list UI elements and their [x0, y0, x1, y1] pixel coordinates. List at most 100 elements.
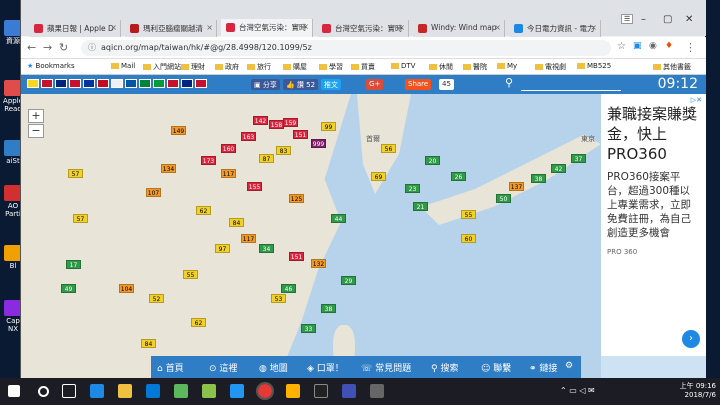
bookmark-item[interactable]: 政府	[215, 62, 239, 72]
aqi-station-marker[interactable]: 34	[259, 244, 274, 253]
forward-button[interactable]: →	[43, 41, 52, 54]
close-window-button[interactable]: ✕	[685, 14, 693, 25]
language-flag-icon[interactable]	[111, 79, 123, 88]
aqi-station-marker[interactable]: 151	[289, 252, 304, 261]
nav-contact[interactable]: ☺ 聯繫	[481, 361, 511, 374]
share-button[interactable]: Share	[405, 79, 432, 90]
aqi-station-marker[interactable]: 50	[496, 194, 511, 203]
language-flag-icon[interactable]	[153, 79, 165, 88]
bookmark-item[interactable]: 買賣	[351, 62, 375, 72]
language-flag-icon[interactable]	[83, 79, 95, 88]
start-icon[interactable]	[8, 385, 20, 397]
language-flag-icon[interactable]	[181, 79, 193, 88]
app6-icon[interactable]	[370, 384, 384, 398]
bookmark-item[interactable]: 入門網站	[143, 62, 181, 72]
language-flag-icon[interactable]	[41, 79, 53, 88]
aqi-station-marker[interactable]: 56	[381, 144, 396, 153]
extension-icon[interactable]: ▣	[633, 41, 642, 51]
aqi-station-marker[interactable]: 137	[509, 182, 524, 191]
aqi-station-marker[interactable]: 163	[241, 132, 256, 141]
browser-tab[interactable]: 台灣空氣污染：實時 ×	[221, 19, 313, 37]
aqi-station-marker[interactable]: 159	[283, 118, 298, 127]
aqi-station-marker[interactable]: 104	[119, 284, 134, 293]
bookmark-item[interactable]: Mail	[111, 62, 135, 70]
language-flag-icon[interactable]	[139, 79, 151, 88]
bookmark-item[interactable]: 購屋	[283, 62, 307, 72]
browser-tab[interactable]: Windy: Wind map ×	[413, 20, 505, 37]
aqi-station-marker[interactable]: 87	[259, 154, 274, 163]
aqi-station-marker[interactable]: 142	[253, 116, 268, 125]
ad-choices-icon[interactable]: ▷✕	[691, 96, 702, 104]
aqi-station-marker[interactable]: 62	[196, 206, 211, 215]
store-icon[interactable]	[146, 384, 160, 398]
language-flag-icon[interactable]	[55, 79, 67, 88]
aqi-station-marker[interactable]: 38	[531, 174, 546, 183]
facebook-share-button[interactable]: ▣ 分享	[251, 79, 280, 90]
settings-gear-icon[interactable]: ⚙	[565, 361, 573, 371]
language-flag-icon[interactable]	[195, 79, 207, 88]
browser-tab[interactable]: 今日電力資訊 - 電力 ×	[509, 20, 601, 37]
bookmark-item[interactable]: ★ Bookmarks	[27, 62, 75, 70]
aqi-station-marker[interactable]: 107	[146, 188, 161, 197]
bookmark-item[interactable]: 學習	[319, 62, 343, 72]
browser-tab[interactable]: 瑪利亞腦瘤關越清 ×	[125, 20, 217, 37]
nav-link[interactable]: ⚭ 鏈接	[529, 361, 557, 374]
aqi-station-marker[interactable]: 999	[311, 139, 326, 148]
menu-icon[interactable]: ⋮	[685, 41, 696, 54]
facebook-like-button[interactable]: 👍 讚 52	[283, 79, 319, 90]
edge-icon[interactable]	[90, 384, 104, 398]
aqi-station-marker[interactable]: 57	[73, 214, 88, 223]
aqi-station-marker[interactable]: 62	[191, 318, 206, 327]
task-view-icon[interactable]	[62, 384, 76, 398]
bookmark-item[interactable]: 其他書籤	[653, 62, 691, 72]
nav-home[interactable]: ⌂ 首頁	[157, 361, 184, 374]
aqi-station-marker[interactable]: 117	[221, 169, 236, 178]
aqi-station-marker[interactable]: 37	[571, 154, 586, 163]
tab-close-icon[interactable]: ×	[398, 23, 405, 32]
aqi-station-marker[interactable]: 117	[241, 234, 256, 243]
language-flag-icon[interactable]	[97, 79, 109, 88]
search-input[interactable]	[521, 77, 621, 91]
bookmark-item[interactable]: My	[497, 62, 517, 70]
app3-icon[interactable]	[286, 384, 300, 398]
nav-question[interactable]: ☏ 常見問題	[361, 361, 411, 374]
onedrive-icon[interactable]	[230, 384, 244, 398]
aqi-station-marker[interactable]: 21	[413, 202, 428, 211]
tab-close-icon[interactable]: ×	[302, 22, 309, 31]
language-flag-icon[interactable]	[125, 79, 137, 88]
incognito-icon[interactable]: ◉	[649, 41, 657, 51]
aqi-station-marker[interactable]: 160	[221, 144, 236, 153]
aqi-station-marker[interactable]: 46	[281, 284, 296, 293]
aqi-station-marker[interactable]: 155	[247, 182, 262, 191]
app5-icon[interactable]	[342, 384, 356, 398]
aqi-station-marker[interactable]: 151	[293, 130, 308, 139]
explorer-icon[interactable]	[118, 384, 132, 398]
aqi-station-marker[interactable]: 132	[311, 259, 326, 268]
language-flag-icon[interactable]	[27, 79, 39, 88]
profile-badge[interactable]: ☰	[621, 14, 634, 24]
aqi-station-marker[interactable]: 38	[321, 304, 336, 313]
aqi-station-marker[interactable]: 20	[425, 156, 440, 165]
aqi-station-marker[interactable]: 26	[451, 172, 466, 181]
aqi-station-marker[interactable]: 55	[461, 210, 476, 219]
aqi-station-marker[interactable]: 52	[149, 294, 164, 303]
search-icon[interactable]	[38, 386, 49, 397]
bookmark-star-icon[interactable]: ☆	[617, 41, 626, 52]
search-icon[interactable]: ⚲	[505, 76, 513, 89]
brave-icon[interactable]: ♦	[665, 41, 673, 51]
bookmark-item[interactable]: 休閒	[429, 62, 453, 72]
bookmark-item[interactable]: DTV	[391, 62, 415, 70]
aqi-station-marker[interactable]: 29	[341, 276, 356, 285]
aqi-station-marker[interactable]: 134	[161, 164, 176, 173]
tab-close-icon[interactable]: ×	[206, 23, 213, 32]
aqi-station-marker[interactable]: 17	[66, 260, 81, 269]
nav-search[interactable]: ⚲ 搜索	[431, 361, 458, 374]
bookmark-item[interactable]: MB525	[577, 62, 611, 70]
aqi-station-marker[interactable]: 33	[301, 324, 316, 333]
minimize-button[interactable]: –	[641, 14, 646, 25]
aqi-station-marker[interactable]: 158	[269, 120, 284, 129]
aqi-station-marker[interactable]: 149	[171, 126, 186, 135]
ad-arrow-icon[interactable]: ›	[682, 330, 700, 348]
aqi-station-marker[interactable]: 53	[271, 294, 286, 303]
tab-close-icon[interactable]: ×	[110, 23, 117, 32]
